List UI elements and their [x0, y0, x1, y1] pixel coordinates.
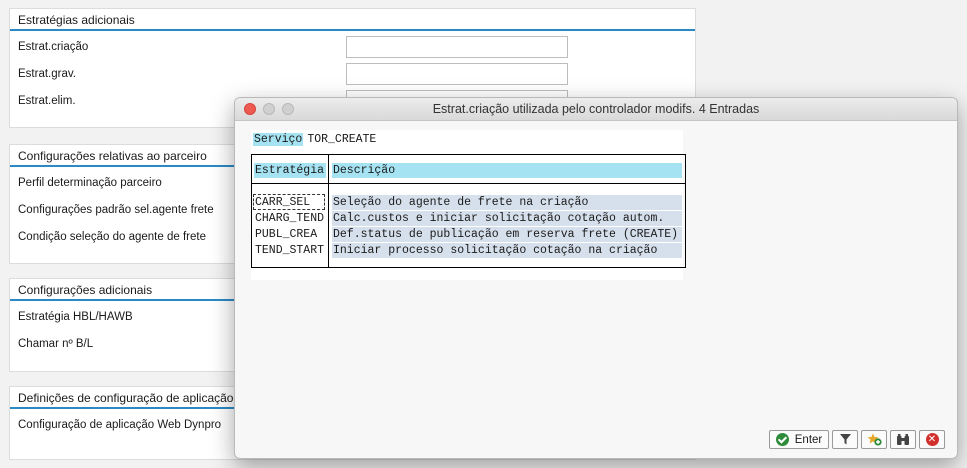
strategy-key-cell[interactable]: TEND_START [254, 243, 326, 258]
service-value: TOR_CREATE [307, 133, 377, 146]
binoculars-icon [897, 434, 909, 445]
dialog-toolbar: Enter ✕ [769, 430, 945, 449]
label-bl-number: Chamar nº B/L [18, 338, 94, 350]
add-favorite-button[interactable] [861, 430, 887, 449]
table-row[interactable]: CHARG_TEND Calc.custos e iniciar solicit… [252, 211, 685, 226]
checkmark-icon [775, 433, 789, 446]
table-row[interactable]: CARR_SEL Seleção do agente de frete na c… [252, 194, 685, 210]
label-creation-strategy: Estrat.criação [18, 41, 89, 53]
find-button[interactable] [890, 430, 916, 449]
enter-label: Enter [794, 433, 823, 446]
strategy-key-cell[interactable]: CARR_SEL [253, 194, 325, 210]
label-delete-strategy: Estrat.elim. [18, 95, 76, 107]
cancel-button[interactable]: ✕ [919, 430, 945, 449]
label-save-strategy: Estrat.grav. [18, 68, 76, 80]
strategy-description-cell[interactable]: Iniciar processo solicitação cotação na … [332, 243, 682, 258]
column-header-description[interactable]: Descrição [332, 163, 682, 178]
strategy-table: Estratégia Descrição CARR_SEL Seleção do… [251, 154, 686, 268]
enter-button[interactable]: Enter [769, 430, 829, 449]
column-header-strategy[interactable]: Estratégia [254, 163, 326, 178]
dialog-title: Estrat.criação utilizada pelo controlado… [432, 102, 760, 116]
label-default-carrier-selection: Configurações padrão sel.agente frete [18, 204, 214, 216]
strategy-key-cell[interactable]: CHARG_TEND [254, 211, 326, 226]
label-hbl-strategy: Estratégia HBL/HAWB [18, 311, 133, 323]
add-favorite-icon [867, 433, 882, 446]
filter-button[interactable] [832, 430, 858, 449]
cancel-icon: ✕ [925, 433, 939, 446]
table-row[interactable]: PUBL_CREA Def.status de publicação em re… [252, 227, 685, 242]
panel-title: Estratégias adicionais [10, 9, 695, 31]
strategy-description-cell[interactable]: Seleção do agente de frete na criação [332, 195, 682, 210]
header-divider [252, 183, 685, 184]
filter-icon [839, 434, 851, 445]
label-web-dynpro-config: Configuração de aplicação Web Dynpro [18, 419, 222, 431]
strategy-description-cell[interactable]: Def.status de publicação em reserva fret… [332, 227, 682, 242]
label-carrier-selection-condition: Condição seleção do agente de frete [18, 231, 206, 243]
service-label: Serviço [253, 133, 304, 146]
creation-strategy-field[interactable] [346, 36, 568, 58]
save-strategy-field[interactable] [346, 63, 568, 85]
service-row: Serviço TOR_CREATE [253, 132, 376, 147]
strategy-key-cell[interactable]: PUBL_CREA [254, 227, 326, 242]
strategy-description-cell[interactable]: Calc.custos e iniciar solicitação cotaçã… [332, 211, 682, 226]
table-row[interactable]: TEND_START Iniciar processo solicitação … [252, 243, 685, 258]
dialog-titlebar[interactable]: Estrat.criação utilizada pelo controlado… [235, 98, 957, 121]
label-partner-profile: Perfil determinação parceiro [18, 177, 162, 189]
dialog-content: Serviço TOR_CREATE Estratégia Descrição C… [251, 130, 686, 280]
value-help-dialog: Estrat.criação utilizada pelo controlado… [234, 97, 958, 459]
